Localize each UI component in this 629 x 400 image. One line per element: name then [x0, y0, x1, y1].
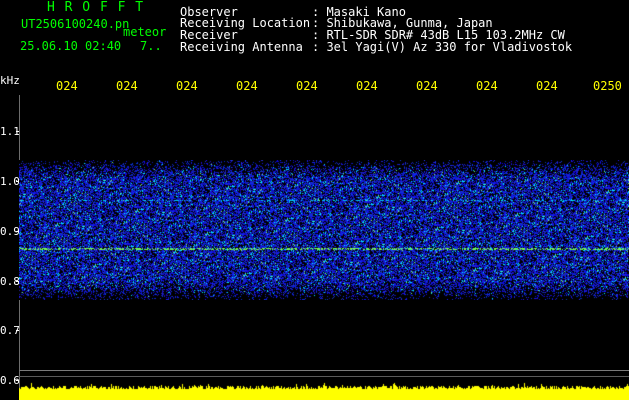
antenna-value: : 3el Yagi(V) Az 330 for Vladivostok [312, 40, 573, 54]
seven-label: 7.. [140, 39, 162, 53]
hrofft-spectrogram-window: H R O F F T UT2506100240.pn meteor 25.06… [0, 0, 629, 400]
date-time: 25.06.10 02:40 [20, 39, 122, 53]
brand-title: H R O F F T [47, 0, 145, 15]
time-tick-10: 0250 [593, 79, 622, 93]
time-tick-8: 024 [476, 79, 498, 93]
spectrogram-noise-band [19, 160, 629, 300]
time-tick-9: 024 [536, 79, 558, 93]
y-axis-unit: kHz [0, 74, 20, 87]
time-tick-6: 024 [356, 79, 378, 93]
time-tick-4: 024 [236, 79, 258, 93]
time-tick-3: 024 [176, 79, 198, 93]
time-tick-7: 024 [416, 79, 438, 93]
reference-line [19, 376, 629, 377]
time-tick-5: 024 [296, 79, 318, 93]
antenna-label: Receiving Antenna [180, 40, 303, 54]
time-tick-2: 024 [116, 79, 138, 93]
meteor-tag: meteor [123, 25, 167, 39]
time-tick-1: 024 [56, 79, 78, 93]
file-name: UT2506100240.pn [21, 17, 130, 31]
signal-strength-bar [19, 382, 629, 400]
reference-line [19, 370, 629, 371]
